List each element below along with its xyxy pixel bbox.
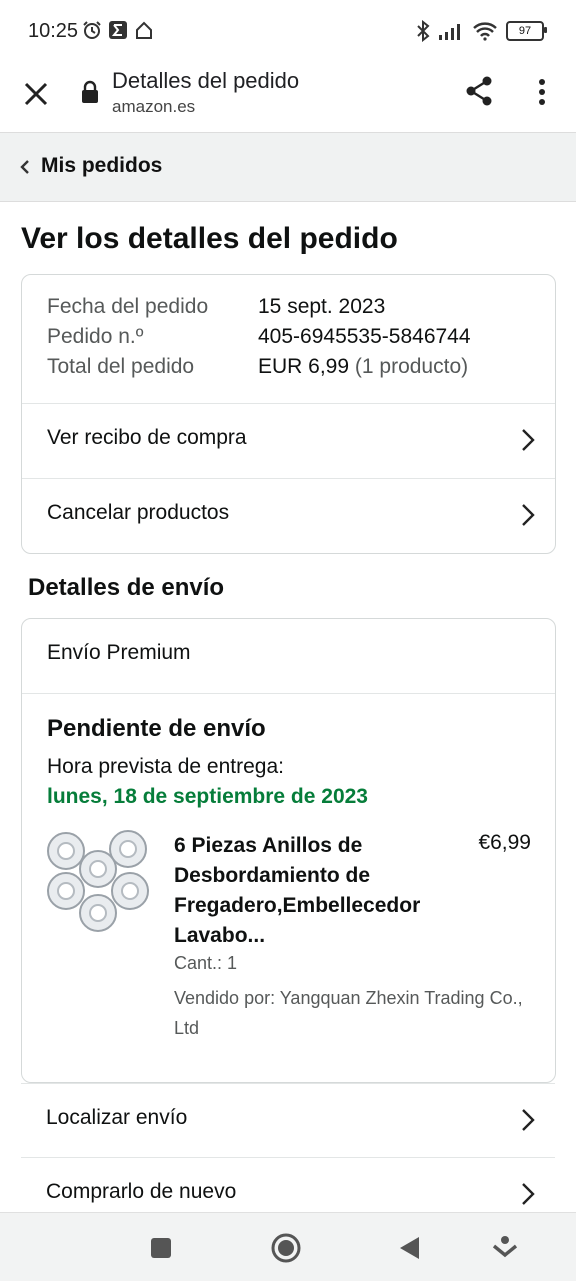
shipment-status: Pendiente de envío	[47, 715, 266, 742]
order-number-value: 405-6945535-5846744	[258, 325, 471, 348]
square-icon	[151, 1238, 171, 1258]
system-navigation-bar	[0, 1212, 576, 1281]
wifi-icon	[473, 22, 497, 41]
close-icon	[24, 82, 48, 106]
order-total-note: (1 producto)	[354, 355, 469, 378]
status-bar: 10:25 97	[0, 0, 576, 64]
cancel-items-row[interactable]: Cancelar productos	[22, 479, 555, 553]
order-date-value: 15 sept. 2023	[258, 295, 386, 318]
chevron-right-icon	[522, 504, 535, 526]
status-time: 10:25	[28, 20, 79, 42]
product-title-link[interactable]: 6 Piezas Anillos de Desbordamiento de Fr…	[174, 831, 464, 951]
cancel-items-label: Cancelar productos	[47, 501, 230, 524]
more-vert-icon	[539, 79, 545, 105]
home-circle-icon	[271, 1233, 301, 1263]
view-receipt-label: Ver recibo de compra	[47, 426, 247, 449]
track-package-row[interactable]: Localizar envío	[21, 1083, 555, 1158]
order-date-label: Fecha del pedido	[47, 295, 209, 318]
home-button[interactable]	[269, 1231, 303, 1265]
divider	[22, 693, 555, 694]
share-button[interactable]	[462, 74, 496, 108]
assistant-button[interactable]	[488, 1231, 522, 1265]
view-receipt-row[interactable]: Ver recibo de compra	[22, 404, 555, 478]
product-image[interactable]	[44, 829, 152, 935]
order-total-label: Total del pedido	[47, 355, 195, 378]
back-button[interactable]	[392, 1231, 426, 1265]
battery-icon: 97	[506, 21, 547, 41]
close-button[interactable]	[20, 78, 52, 110]
url-domain[interactable]: amazon.es	[112, 97, 195, 117]
product-quantity: Cant.: 1	[174, 953, 238, 973]
delivery-eta-label: Hora prevista de entrega:	[47, 755, 284, 778]
overflow-menu-button[interactable]	[530, 76, 554, 110]
chevron-right-icon	[522, 429, 535, 451]
chevron-right-icon	[522, 1109, 535, 1131]
bluetooth-icon	[417, 20, 430, 42]
sink-ring-product-icon	[47, 830, 149, 932]
track-package-label: Localizar envío	[46, 1106, 188, 1129]
order-summary-card: Fecha del pedido 15 sept. 2023 Pedido n.…	[21, 274, 556, 554]
order-total: EUR 6,99 (1 producto)	[258, 355, 468, 379]
browser-toolbar: Detalles del pedido amazon.es	[0, 64, 576, 133]
chevron-down-icon	[492, 1236, 518, 1258]
battery-level: 97	[518, 25, 532, 37]
alarm-icon	[83, 21, 101, 39]
shipping-type: Envío Premium	[47, 641, 191, 664]
signal-icon	[439, 24, 460, 40]
shipment-card: Envío Premium Pendiente de envío Hora pr…	[21, 618, 556, 1083]
page-tab-title: Detalles del pedido	[112, 68, 300, 93]
sigma-app-icon	[109, 21, 127, 39]
order-total-value: EUR 6,99	[258, 355, 350, 378]
chevron-right-icon	[522, 1183, 535, 1205]
breadcrumb-my-orders[interactable]: Mis pedidos	[41, 154, 162, 178]
chevron-left-icon	[20, 160, 29, 174]
delivery-eta-date: lunes, 18 de septiembre de 2023	[47, 785, 368, 808]
share-icon	[466, 76, 492, 106]
home-icon	[136, 21, 152, 39]
recents-button[interactable]	[144, 1231, 178, 1265]
buy-again-label: Comprarlo de nuevo	[46, 1180, 237, 1203]
order-number-label: Pedido n.º	[47, 325, 144, 348]
shipping-section-title: Detalles de envío	[28, 574, 225, 601]
product-seller: Vendido por: Yangquan Zhexin Trading Co.…	[174, 988, 523, 1038]
back-triangle-icon	[400, 1237, 419, 1259]
lock-icon	[82, 80, 98, 103]
product-price: €6,99	[478, 831, 531, 854]
page-title: Ver los detalles del pedido	[21, 222, 398, 255]
breadcrumb[interactable]: Mis pedidos	[0, 133, 576, 202]
